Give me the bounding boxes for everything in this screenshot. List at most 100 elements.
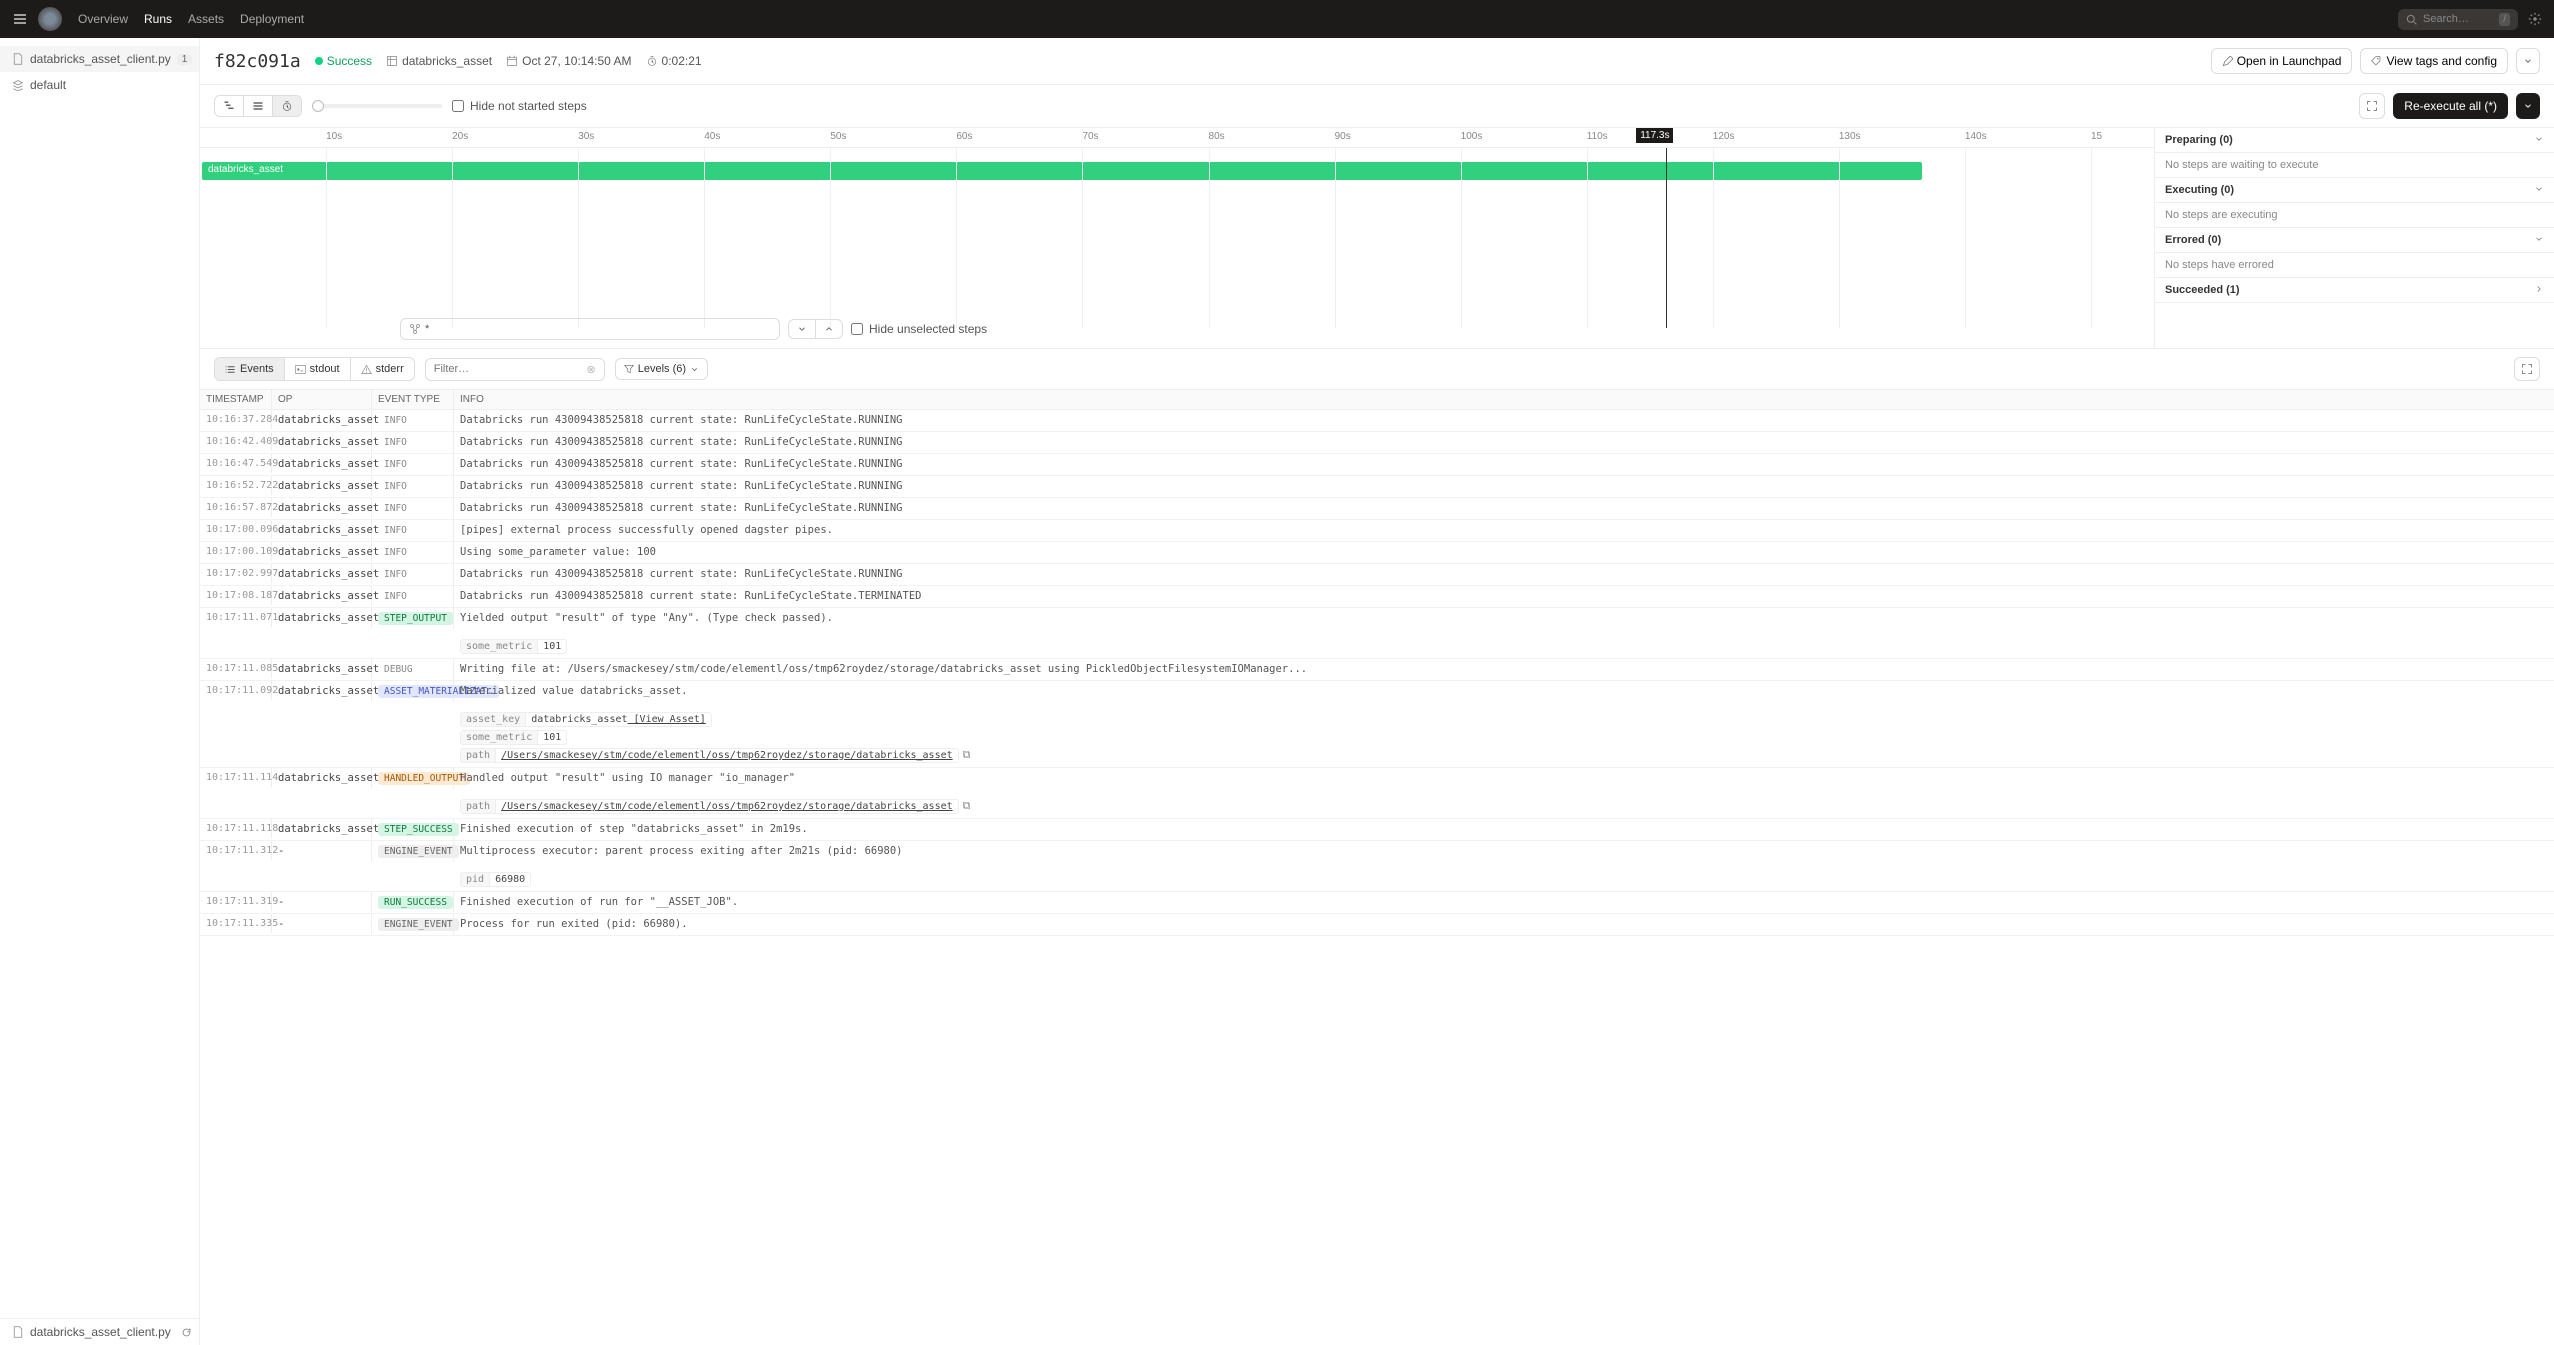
view-mode-time[interactable] [273, 96, 301, 116]
log-row[interactable]: 10:17:11.319-RUN_SUCCESSFinished executi… [200, 892, 2554, 914]
log-row[interactable]: 10:16:57.872databricks_assetINFODatabric… [200, 498, 2554, 520]
sidebar-bottom-file[interactable]: databricks_asset_client.py [0, 1319, 199, 1345]
search-icon [2406, 14, 2417, 25]
nav-assets[interactable]: Assets [188, 12, 224, 26]
log-row[interactable]: 10:16:47.549databricks_assetINFODatabric… [200, 454, 2554, 476]
log-op: databricks_asset [272, 476, 372, 496]
log-row[interactable]: 10:16:37.284databricks_assetINFODatabric… [200, 410, 2554, 432]
tab-stderr[interactable]: stderr [351, 358, 414, 380]
log-row[interactable]: 10:17:11.118databricks_assetSTEP_SUCCESS… [200, 819, 2554, 841]
copy-icon[interactable]: ⧉ [963, 748, 971, 761]
log-op: databricks_asset [272, 768, 372, 788]
nav-deployment[interactable]: Deployment [240, 12, 304, 26]
log-row[interactable]: 10:17:11.071databricks_assetSTEP_OUTPUTY… [200, 608, 2554, 659]
log-row[interactable]: 10:16:42.409databricks_assetINFODatabric… [200, 432, 2554, 454]
gantt-nav-up[interactable] [816, 320, 842, 338]
log-row[interactable]: 10:17:08.187databricks_assetINFODatabric… [200, 586, 2554, 608]
view-mode-waterfall[interactable] [215, 96, 244, 116]
nav-overview[interactable]: Overview [78, 12, 128, 26]
global-search[interactable]: Search… / [2398, 9, 2518, 30]
sidebar-bottom-label: databricks_asset_client.py [30, 1325, 171, 1339]
log-kv-key: asset_key [461, 713, 526, 726]
event-type-tag: INFO [378, 502, 413, 515]
tab-events[interactable]: Events [215, 358, 285, 380]
clear-icon[interactable]: ⊗ [587, 363, 596, 376]
log-row[interactable]: 10:17:11.335-ENGINE_EVENTProcess for run… [200, 914, 2554, 936]
panel-errored-head[interactable]: Errored (0) [2155, 228, 2554, 253]
gantt-tick: 100s [1461, 131, 1483, 142]
log-row[interactable]: 10:16:52.722databricks_assetINFODatabric… [200, 476, 2554, 498]
fullscreen-button[interactable] [2359, 93, 2385, 119]
chevron-down-icon [690, 365, 699, 374]
log-kv: some_metric101 [460, 639, 567, 654]
log-op: databricks_asset [272, 681, 372, 701]
open-launchpad-button[interactable]: Open in Launchpad [2211, 48, 2353, 74]
gantt-nav-down[interactable] [789, 320, 816, 338]
hide-not-started-checkbox[interactable]: Hide not started steps [452, 99, 587, 113]
levels-button[interactable]: Levels (6) [615, 358, 708, 380]
log-kv-link[interactable]: /Users/smackesey/stm/code/elementl/oss/t… [501, 750, 953, 761]
gantt-search-input[interactable]: * [400, 318, 780, 340]
log-row[interactable]: 10:17:11.092databricks_assetASSET_MATERI… [200, 681, 2554, 768]
panel-preparing-head[interactable]: Preparing (0) [2155, 128, 2554, 153]
log-kv-link[interactable]: /Users/smackesey/stm/code/elementl/oss/t… [501, 801, 953, 812]
zoom-slider[interactable] [312, 104, 442, 108]
log-row[interactable]: 10:17:11.085databricks_assetDEBUGWriting… [200, 659, 2554, 681]
log-row[interactable]: 10:17:00.096databricks_assetINFO[pipes] … [200, 520, 2554, 542]
run-asset[interactable]: databricks_asset [386, 54, 492, 68]
gantt-gridline [704, 148, 705, 328]
fullscreen-icon [2366, 100, 2378, 112]
nav-runs[interactable]: Runs [144, 12, 172, 26]
log-timestamp: 10:17:11.114 [200, 768, 272, 787]
log-filter-input[interactable]: ⊗ [425, 358, 605, 381]
panel-succeeded-head[interactable]: Succeeded (1) [2155, 278, 2554, 303]
hide-unselected-input[interactable] [851, 323, 863, 335]
log-row[interactable]: 10:17:02.997databricks_assetINFODatabric… [200, 564, 2554, 586]
log-row[interactable]: 10:17:11.312-ENGINE_EVENTMultiprocess ex… [200, 841, 2554, 892]
log-filter-field[interactable] [434, 363, 587, 375]
hide-not-started-input[interactable] [452, 100, 464, 112]
gantt-gridline [1461, 148, 1462, 328]
view-asset-link[interactable]: [View Asset] [628, 714, 706, 725]
copy-icon[interactable]: ⧉ [963, 799, 971, 812]
gantt-bar-databricks-asset[interactable]: databricks_asset [202, 162, 1922, 180]
sidebar-item-default[interactable]: default [0, 72, 199, 98]
list-icon [225, 364, 236, 375]
topbar: Overview Runs Assets Deployment Search… … [0, 0, 2554, 38]
log-event-type: DEBUG [372, 659, 454, 680]
log-row[interactable]: 10:17:00.109databricks_assetINFOUsing so… [200, 542, 2554, 564]
view-tags-button[interactable]: View tags and config [2360, 48, 2508, 74]
reload-icon[interactable] [181, 1327, 192, 1338]
log-fullscreen-button[interactable] [2514, 357, 2540, 381]
log-info-text: Process for run exited (pid: 66980). [460, 918, 2548, 930]
warning-icon [361, 364, 372, 375]
view-mode-flat[interactable] [244, 96, 273, 116]
log-op: databricks_asset [272, 586, 372, 606]
slider-thumb[interactable] [312, 100, 324, 112]
log-info: Databricks run 43009438525818 current st… [454, 410, 2554, 430]
gantt-chart[interactable]: 10s20s30s40s50s60s70s80s90s100s110s120s1… [200, 128, 2154, 348]
gantt-cursor-line [1666, 148, 1667, 328]
log-timestamp: 10:16:52.722 [200, 476, 272, 495]
gantt-gridline [1713, 148, 1714, 328]
settings-icon[interactable] [2528, 12, 2542, 26]
tab-stdout[interactable]: stdout [285, 358, 351, 380]
hide-unselected-checkbox[interactable]: Hide unselected steps [851, 322, 987, 336]
gantt-gridline [452, 148, 453, 328]
gantt-search-text: * [425, 323, 429, 335]
gantt-tick: 130s [1839, 131, 1861, 142]
reexecute-button[interactable]: Re-execute all (*) [2393, 93, 2508, 119]
reexecute-dropdown[interactable] [2516, 93, 2540, 119]
log-info-text: Databricks run 43009438525818 current st… [460, 502, 2548, 514]
log-info: Databricks run 43009438525818 current st… [454, 432, 2554, 452]
hide-not-started-label: Hide not started steps [470, 99, 587, 113]
log-event-type: HANDLED_OUTPUT [372, 768, 454, 789]
view-tags-dropdown[interactable] [2516, 48, 2540, 74]
sidebar-item-file[interactable]: databricks_asset_client.py 1 [0, 46, 199, 72]
log-row[interactable]: 10:17:11.114databricks_assetHANDLED_OUTP… [200, 768, 2554, 819]
panel-executing-head[interactable]: Executing (0) [2155, 178, 2554, 203]
event-type-tag: INFO [378, 524, 413, 537]
menu-icon[interactable] [12, 11, 28, 27]
log-kv-key: path [461, 800, 496, 813]
log-timestamp: 10:16:57.872 [200, 498, 272, 517]
